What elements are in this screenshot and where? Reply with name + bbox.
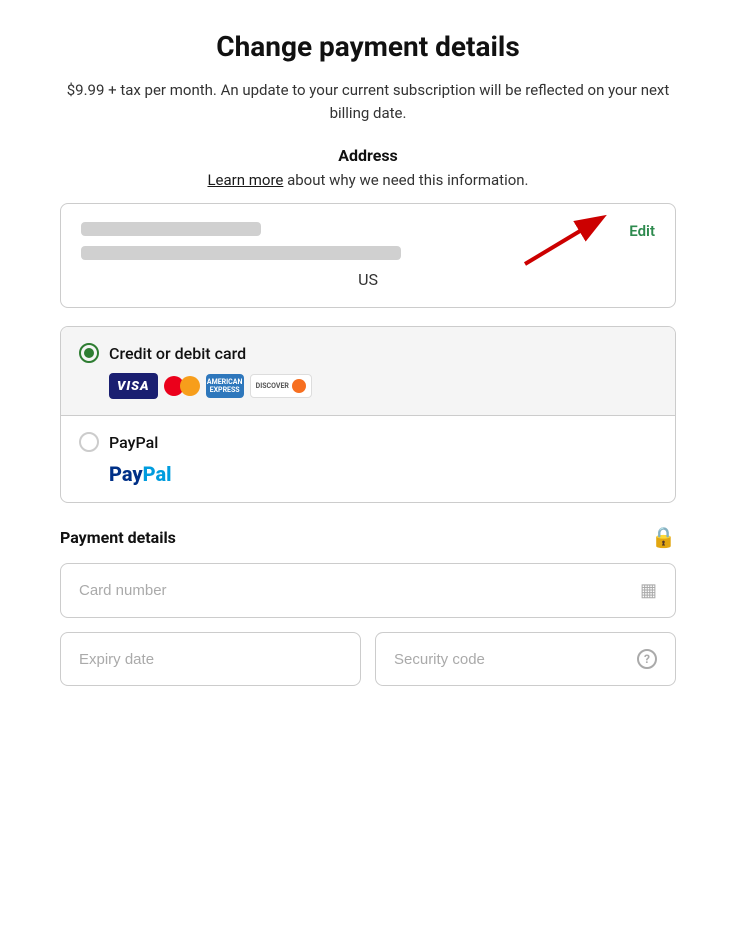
card-secondary-fields: ? <box>60 632 676 686</box>
card-logos: VISA AMERICAN EXPRESS DISCOVER <box>109 373 657 399</box>
mastercard-logo <box>164 374 200 398</box>
payment-details-header: Payment details 🔒 <box>60 525 676 549</box>
discover-text: DISCOVER <box>256 383 289 390</box>
discover-logo: DISCOVER <box>250 374 312 398</box>
address-section-label: Address <box>338 146 398 165</box>
visa-logo: VISA <box>109 373 158 399</box>
credit-card-option[interactable]: Credit or debit card VISA AMERICAN EXPRE… <box>61 327 675 416</box>
paypal-radio[interactable] <box>79 432 99 452</box>
security-code-input[interactable] <box>394 651 637 668</box>
security-code-field[interactable]: ? <box>375 632 676 686</box>
paypal-logo: PayPal <box>109 462 657 486</box>
card-icon: ▦ <box>640 580 657 601</box>
credit-card-radio[interactable] <box>79 343 99 363</box>
page-title: Change payment details <box>216 30 519 63</box>
card-number-field[interactable]: ▦ <box>60 563 676 618</box>
paypal-label: PayPal <box>109 433 158 452</box>
card-number-input[interactable] <box>79 582 640 599</box>
payment-method-card: Credit or debit card VISA AMERICAN EXPRE… <box>60 326 676 503</box>
address-country: US <box>81 270 655 289</box>
edit-address-link[interactable]: Edit <box>629 222 655 240</box>
paypal-option[interactable]: PayPal PayPal <box>61 416 675 502</box>
address-card: US Edit <box>60 203 676 308</box>
payment-details-section: Payment details 🔒 ▦ ? <box>60 525 676 686</box>
expiry-date-field[interactable] <box>60 632 361 686</box>
discover-circle <box>292 379 306 393</box>
address-info-text: Learn more about why we need this inform… <box>207 171 528 189</box>
address-placeholder-line-1 <box>81 222 261 236</box>
address-placeholder-line-2 <box>81 246 401 260</box>
subtitle: $9.99 + tax per month. An update to your… <box>60 79 676 124</box>
arrow-icon <box>520 209 620 269</box>
credit-card-radio-inner <box>84 348 94 358</box>
learn-more-link[interactable]: Learn more <box>207 171 283 189</box>
security-code-help-icon[interactable]: ? <box>637 649 657 669</box>
credit-card-label: Credit or debit card <box>109 344 246 363</box>
amex-logo: AMERICAN EXPRESS <box>206 374 244 398</box>
payment-details-title: Payment details <box>60 528 176 547</box>
expiry-date-input[interactable] <box>79 651 342 668</box>
lock-icon: 🔒 <box>651 525 676 549</box>
mc-circle-right <box>180 376 200 396</box>
